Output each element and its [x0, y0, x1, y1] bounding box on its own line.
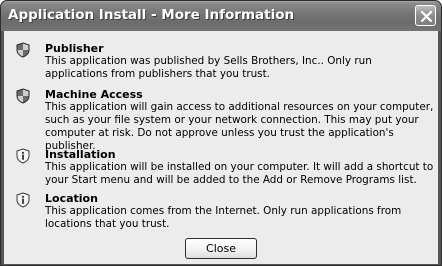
info-shield-icon [15, 148, 31, 164]
close-icon [420, 10, 433, 23]
item-description: This application was published by Sells … [45, 55, 372, 80]
item-title: Machine Access [45, 88, 143, 101]
dialog-window: Application Install - More Information P… [0, 0, 442, 266]
item-description: This application will gain access to add… [45, 101, 434, 152]
title-bar[interactable]: Application Install - More Information [1, 1, 441, 31]
item-title: Location [45, 192, 98, 205]
dialog-body: Publisher This application was published… [4, 31, 438, 264]
close-button[interactable]: Close [185, 238, 257, 259]
item-description: This application comes from the Internet… [45, 205, 402, 230]
shield-icon [15, 42, 31, 58]
window-title: Application Install - More Information [8, 7, 295, 23]
item-title: Installation [45, 148, 116, 161]
info-shield-icon [15, 192, 31, 208]
shield-icon [15, 88, 31, 104]
item-title: Publisher [45, 42, 104, 55]
item-description: This application will be installed on yo… [45, 161, 434, 186]
close-window-button[interactable] [415, 5, 436, 26]
